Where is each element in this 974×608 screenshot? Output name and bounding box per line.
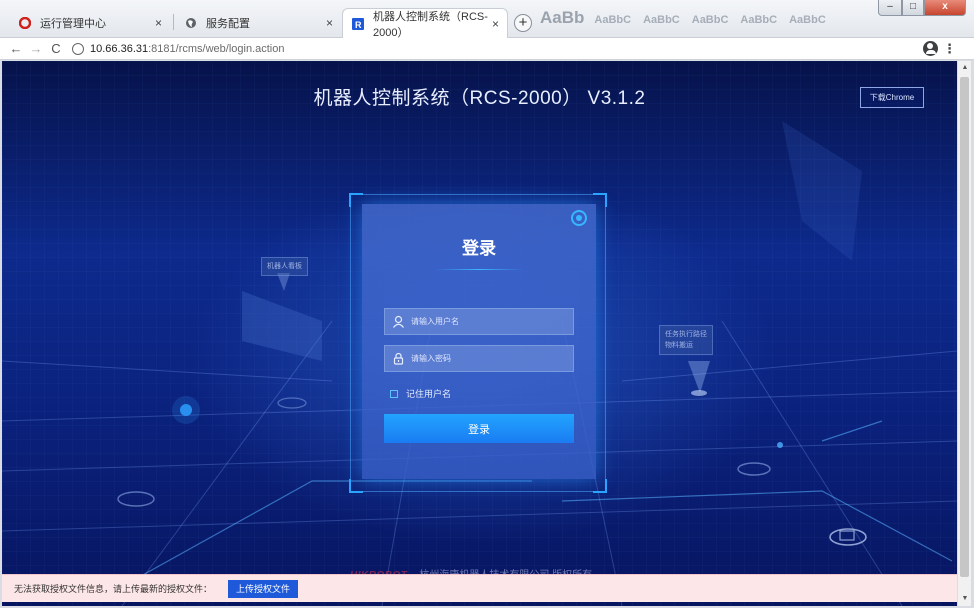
remember-username-row[interactable]: 记住用户名 <box>390 387 451 400</box>
frame-corner <box>349 479 363 493</box>
password-input[interactable] <box>411 354 561 363</box>
scene-label-robot-board: 机器人看板 <box>261 257 308 276</box>
url-field[interactable]: 10.66.36.31:8181/rcms/web/login.action <box>72 42 285 55</box>
username-field-wrapper <box>384 308 574 335</box>
scrollbar-thumb[interactable] <box>960 77 969 577</box>
window-maximize-button[interactable]: □ <box>902 0 924 16</box>
new-tab-button[interactable]: + <box>514 14 532 32</box>
frame-corner <box>593 479 607 493</box>
upload-license-button[interactable]: 上传授权文件 <box>228 579 299 598</box>
styles-strip-item: AaBbC <box>594 14 632 26</box>
tab-label: 服务配置 <box>206 18 250 30</box>
page-viewport: 机器人控制系统（RCS-2000） V3.1.2 下载Chrome 机器人看板 … <box>2 61 957 606</box>
url-host: 10.66.36.31 <box>90 42 149 55</box>
password-field-wrapper <box>384 345 574 372</box>
styles-strip-item: AaBbC <box>691 14 729 26</box>
forward-arrow-icon[interactable]: → <box>26 41 46 56</box>
url-path: :8181/rcms/web/login.action <box>148 42 285 55</box>
globe-icon <box>184 16 198 30</box>
tab-label: 运行管理中心 <box>40 18 106 30</box>
scroll-up-arrow-icon[interactable]: ▲ <box>958 61 972 75</box>
scene-label-task-path: 任务执行路径 物料搬运 <box>659 325 713 355</box>
lock-icon <box>385 345 411 372</box>
tab-divider <box>173 14 174 30</box>
license-warning-bar: 无法获取授权文件信息，请上传最新的授权文件： 上传授权文件 <box>2 574 957 602</box>
window-close-button[interactable]: x <box>924 0 966 16</box>
profile-avatar-icon[interactable] <box>923 41 938 56</box>
download-chrome-button[interactable]: 下载Chrome <box>860 87 924 108</box>
tab-label: 机器人控制系统（RCS-2000） <box>373 10 488 39</box>
address-bar: ← → C 10.66.36.31:8181/rcms/web/login.ac… <box>0 38 974 60</box>
opera-icon <box>18 16 32 30</box>
user-icon <box>385 308 411 335</box>
svg-text:R: R <box>355 20 362 30</box>
scroll-down-arrow-icon[interactable]: ▼ <box>958 592 972 606</box>
tab-close-icon[interactable]: × <box>492 17 499 31</box>
reload-icon[interactable]: C <box>46 41 66 56</box>
window-minimize-button[interactable]: – <box>878 0 902 16</box>
back-arrow-icon[interactable]: ← <box>6 41 26 56</box>
page-scrollbar[interactable]: ▲ ▼ <box>957 61 971 606</box>
r-badge-icon: R <box>351 17 365 31</box>
styles-strip-big: AaBb <box>540 8 585 27</box>
remember-label: 记住用户名 <box>406 389 452 399</box>
styles-strip-item: AaBbC <box>740 14 778 26</box>
frame-corner <box>349 193 363 207</box>
window-controls: – □ x <box>878 0 966 16</box>
styles-strip-item: AaBbC <box>643 14 680 26</box>
scene-label-line: 任务执行路径 <box>665 331 707 338</box>
site-info-icon[interactable] <box>72 42 84 55</box>
remember-checkbox[interactable] <box>390 389 398 398</box>
browser-menu-icon[interactable]: ⋮ <box>943 41 956 57</box>
tab-rcs-login[interactable]: R 机器人控制系统（RCS-2000） × <box>342 8 508 39</box>
system-title: 机器人控制系统（RCS-2000） V3.1.2 <box>313 88 646 109</box>
tab-close-icon[interactable]: × <box>155 16 162 30</box>
scene-label-line: 机器人看板 <box>267 263 302 270</box>
username-input[interactable] <box>411 317 561 326</box>
login-submit-button[interactable]: 登录 <box>384 414 574 443</box>
browser-titlebar: 运行管理中心 × 服务配置 × R 机器人控制系统（RCS-2000） × + … <box>0 0 974 39</box>
fingerprint-icon[interactable] <box>571 210 587 226</box>
tab-close-icon[interactable]: × <box>326 16 333 30</box>
styles-strip-item: AaBbC <box>789 14 826 26</box>
background-styles-strip: AaBb AaBbC AaBbC AaBbC AaBbC AaBbC <box>540 8 880 32</box>
tab-service-config[interactable]: 服务配置 × <box>176 8 341 38</box>
license-message: 无法获取授权文件信息，请上传最新的授权文件： <box>14 584 213 594</box>
tab-operations-center[interactable]: 运行管理中心 × <box>10 8 170 38</box>
login-title: 登录 <box>462 239 496 258</box>
scene-label-line: 物料搬运 <box>665 342 693 349</box>
title-divider <box>434 269 524 270</box>
